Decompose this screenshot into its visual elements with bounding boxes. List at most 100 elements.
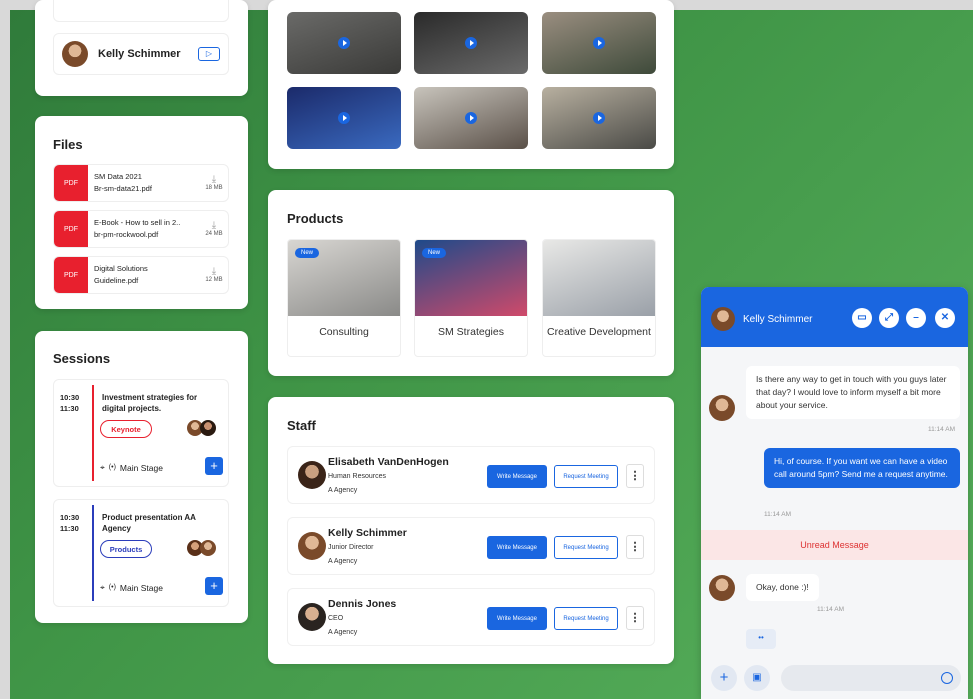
message-time: 11:14 AM bbox=[817, 606, 844, 613]
unread-divider: Unread Message bbox=[701, 530, 968, 560]
play-icon[interactable] bbox=[338, 112, 350, 124]
staff-role: CEO bbox=[328, 615, 344, 622]
new-badge: New bbox=[422, 248, 447, 258]
staff-row: Kelly Schimmer Junior Director A Agency … bbox=[287, 517, 655, 575]
image-icon[interactable]: ▣ bbox=[744, 665, 770, 691]
pdf-icon: PDF bbox=[54, 257, 88, 293]
session-tag[interactable]: Products bbox=[100, 540, 152, 558]
request-meeting-button[interactable]: Request Meeting bbox=[554, 465, 618, 488]
session-title: Investment strategies for digital projec… bbox=[102, 393, 198, 413]
play-icon[interactable] bbox=[465, 37, 477, 49]
file-size: 18 MB bbox=[205, 185, 223, 191]
play-icon[interactable] bbox=[338, 37, 350, 49]
expand-icon[interactable]: ⤢ bbox=[879, 308, 899, 328]
request-meeting-button[interactable]: Request Meeting bbox=[554, 607, 618, 630]
chat-input-bar: + ▣ bbox=[701, 657, 968, 699]
session-item[interactable]: 10:30 11:30 Investment strategies for dig… bbox=[53, 379, 229, 487]
download-icon[interactable]: ⤓ bbox=[200, 175, 228, 185]
video-thumbnail[interactable] bbox=[414, 87, 528, 149]
session-color-bar bbox=[92, 385, 94, 481]
staff-agency: A Agency bbox=[328, 487, 358, 494]
more-options-icon[interactable]: ⋮ bbox=[626, 464, 644, 488]
add-session-button[interactable]: + bbox=[205, 457, 223, 475]
file-filename: br-pm-rockwool.pdf bbox=[94, 230, 159, 239]
play-icon[interactable] bbox=[465, 112, 477, 124]
session-title: Product presentation AA Agency bbox=[102, 513, 196, 533]
emoji-icon[interactable] bbox=[941, 672, 953, 684]
avatar bbox=[62, 41, 88, 67]
close-icon[interactable]: ✕ bbox=[935, 308, 955, 328]
chat-header: Kelly Schimmer ▭ ⤢ – ✕ bbox=[701, 287, 968, 347]
location-pin-icon: ⌖ bbox=[100, 462, 105, 472]
session-location: ⌖ (•) Main Stage bbox=[100, 582, 163, 593]
avatar bbox=[200, 420, 216, 436]
pdf-icon: PDF bbox=[54, 211, 88, 247]
contact-name: Kelly Schimmer bbox=[98, 48, 181, 60]
message-input[interactable] bbox=[781, 665, 961, 691]
add-attachment-button[interactable]: + bbox=[711, 665, 737, 691]
write-message-button[interactable]: Write Message bbox=[487, 536, 547, 559]
avatar bbox=[709, 575, 735, 601]
staff-role: Junior Director bbox=[328, 544, 374, 551]
session-end: 11:30 bbox=[60, 404, 79, 413]
message-outgoing: Hi, of course. If you want we can have a… bbox=[764, 448, 960, 488]
location-pin-icon: ⌖ bbox=[100, 582, 105, 592]
product-label: Consulting bbox=[319, 326, 369, 338]
sessions-title: Sessions bbox=[53, 351, 111, 366]
message-time: 11:14 AM bbox=[928, 426, 955, 433]
contact-row[interactable]: Kelly Schimmer ▷ bbox=[53, 33, 229, 75]
staff-name: Kelly Schimmer bbox=[328, 527, 407, 539]
message-time: 11:14 AM bbox=[764, 511, 791, 518]
add-session-button[interactable]: + bbox=[205, 577, 223, 595]
message-incoming: Okay, done :)! bbox=[746, 574, 819, 601]
stream-icon: (•) bbox=[108, 464, 116, 471]
video-thumbnail[interactable] bbox=[542, 87, 656, 149]
previous-contact-row[interactable] bbox=[53, 0, 229, 22]
request-meeting-button[interactable]: Request Meeting bbox=[554, 536, 618, 559]
product-item[interactable]: Creative Development bbox=[542, 239, 656, 357]
video-thumbnail[interactable] bbox=[542, 12, 656, 74]
staff-card: Staff Elisabeth VanDenHogen Human Resour… bbox=[268, 397, 674, 664]
avatar bbox=[298, 461, 326, 489]
more-options-icon[interactable]: ⋮ bbox=[626, 535, 644, 559]
session-start: 10:30 bbox=[60, 393, 80, 402]
new-badge: New bbox=[295, 248, 320, 258]
stage-name: Main Stage bbox=[119, 582, 163, 593]
play-icon[interactable] bbox=[593, 37, 605, 49]
minimize-icon[interactable]: – bbox=[906, 308, 926, 328]
video-call-icon[interactable]: ▷ bbox=[198, 47, 220, 61]
avatar bbox=[709, 395, 735, 421]
chat-window: Kelly Schimmer ▭ ⤢ – ✕ Is there any way … bbox=[701, 287, 968, 699]
file-row[interactable]: PDF E-Book - How to sell in 2.. br-pm-ro… bbox=[53, 210, 229, 248]
message-incoming: Is there any way to get in touch with yo… bbox=[746, 366, 960, 419]
chat-contact-name: Kelly Schimmer bbox=[743, 314, 813, 325]
sessions-card: Sessions 10:30 11:30 Investment strategie… bbox=[35, 331, 248, 623]
product-label: SM Strategies bbox=[438, 326, 504, 338]
products-title: Products bbox=[287, 211, 344, 226]
file-size: 12 MB bbox=[205, 277, 223, 283]
video-call-icon[interactable]: ▭ bbox=[852, 308, 872, 328]
stream-icon: (•) bbox=[108, 584, 116, 591]
play-icon[interactable] bbox=[593, 112, 605, 124]
download-icon[interactable]: ⤓ bbox=[200, 267, 228, 277]
file-filename: Br-sm-data21.pdf bbox=[94, 184, 152, 193]
session-tag[interactable]: Keynote bbox=[100, 420, 152, 438]
avatar bbox=[298, 532, 326, 560]
file-name: SM Data 2021 bbox=[94, 172, 142, 181]
product-item[interactable]: New Consulting bbox=[287, 239, 401, 357]
video-thumbnail[interactable] bbox=[414, 12, 528, 74]
download-icon[interactable]: ⤓ bbox=[200, 221, 228, 231]
product-item[interactable]: New SM Strategies bbox=[414, 239, 528, 357]
more-options-icon[interactable]: ⋮ bbox=[626, 606, 644, 630]
session-color-bar bbox=[92, 505, 94, 601]
write-message-button[interactable]: Write Message bbox=[487, 465, 547, 488]
video-thumbnail[interactable] bbox=[287, 87, 401, 149]
file-row[interactable]: PDF Digital Solutions Guideline.pdf ⤓ 12… bbox=[53, 256, 229, 294]
file-name: Digital Solutions bbox=[94, 264, 148, 273]
video-thumbnail[interactable] bbox=[287, 12, 401, 74]
staff-agency: A Agency bbox=[328, 558, 358, 565]
session-item[interactable]: 10:30 11:30 Product presentation AA Agenc… bbox=[53, 499, 229, 607]
file-row[interactable]: PDF SM Data 2021 Br-sm-data21.pdf ⤓ 18 M… bbox=[53, 164, 229, 202]
write-message-button[interactable]: Write Message bbox=[487, 607, 547, 630]
session-start: 10:30 bbox=[60, 513, 80, 522]
